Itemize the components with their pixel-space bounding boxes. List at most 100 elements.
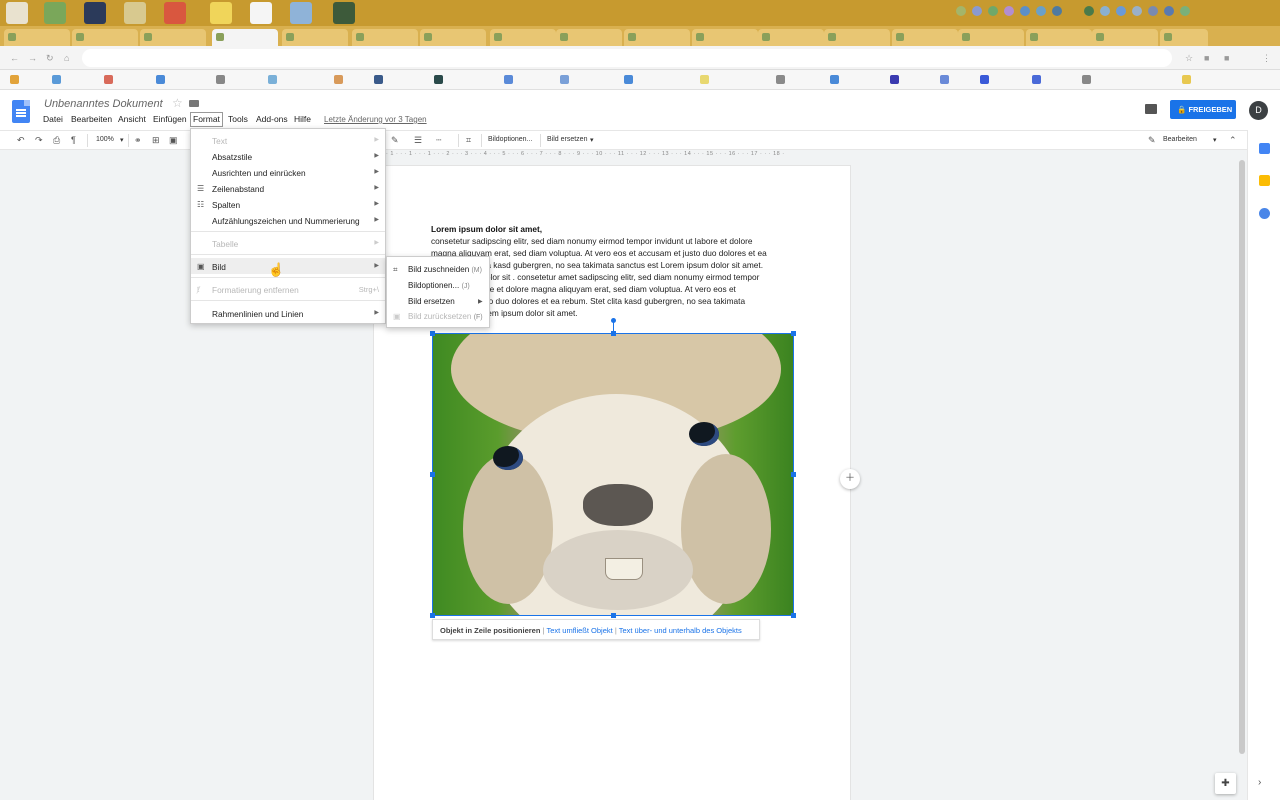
alpaca-image[interactable] [432,333,794,616]
browser-tab[interactable] [892,29,958,46]
app-icon[interactable] [333,2,355,24]
back-icon[interactable]: ← [10,53,20,63]
browser-tab[interactable] [624,29,690,46]
menu-addons[interactable]: Add-ons [253,112,291,127]
tray-icon[interactable] [1132,6,1142,16]
format-menu-zeilenabstand[interactable]: ☰ Zeilenabstand ▶ [191,180,385,196]
image-options-button[interactable]: Bildoptionen... [488,136,532,143]
insert-image-icon[interactable]: ▣ [169,135,178,146]
browser-tab[interactable] [758,29,824,46]
crop-icon[interactable]: ⌗ [466,135,471,146]
edit-mode-select[interactable]: Bearbeiten [1163,136,1197,143]
resize-handle-se[interactable] [791,613,796,618]
menu-ansicht[interactable]: Ansicht [115,112,149,127]
app-icon[interactable] [124,2,146,24]
resize-handle-e[interactable] [791,472,796,477]
menu-datei[interactable]: Datei [40,112,66,127]
vertical-scrollbar[interactable] [1239,160,1245,754]
body-line[interactable]: consetetur sadipscing elitr, sed diam no… [431,236,752,246]
browser-tab[interactable] [4,29,70,46]
forward-icon[interactable]: → [28,53,38,63]
browser-app-icon[interactable] [164,2,186,24]
tray-icon[interactable] [1148,6,1158,16]
folder-icon[interactable] [189,100,199,107]
line-weight-icon[interactable]: ☰ [414,135,422,146]
zoom-select[interactable]: 100% [96,136,114,143]
tray-icon[interactable] [1020,6,1030,16]
app-icon[interactable] [250,2,272,24]
share-button[interactable]: 🔒 FREIGEBEN [1170,100,1236,119]
redo-icon[interactable]: ↷ [35,135,43,146]
browser-tab[interactable] [1092,29,1158,46]
tasks-icon[interactable] [1259,208,1270,219]
resize-handle-ne[interactable] [791,331,796,336]
print-icon[interactable]: ⎙ [53,135,60,146]
tray-icon[interactable] [988,6,998,16]
bookmark-star-icon[interactable]: ☆ [1185,53,1195,63]
resize-handle-n[interactable] [611,331,616,336]
resize-handle-sw[interactable] [430,613,435,618]
tray-icon[interactable] [1180,6,1190,16]
browser-tab[interactable] [140,29,206,46]
line-dash-icon[interactable]: ┄ [436,135,441,146]
browser-tab[interactable] [352,29,418,46]
tray-icon[interactable] [1036,6,1046,16]
comments-icon[interactable] [1145,104,1157,114]
menu-format[interactable]: Format [190,112,223,127]
app-icon[interactable] [290,2,312,24]
format-menu-absatzstile[interactable]: Absatzstile ▶ [191,148,385,164]
browser-tab[interactable] [556,29,622,46]
link-icon[interactable]: ⚭ [134,135,142,146]
browser-menu-icon[interactable]: ⋮ [1262,53,1272,63]
format-menu-spalten[interactable]: ☷ Spalten ▶ [191,196,385,212]
layout-wrap-option[interactable]: Text umfließt Objekt [546,626,612,635]
extension-icon[interactable]: ■ [1224,53,1234,63]
collapse-menu-icon[interactable]: ⌃ [1229,135,1237,146]
resize-handle-w[interactable] [430,472,435,477]
avatar[interactable]: D [1249,101,1268,120]
submenu-bild-ersetzen[interactable]: Bild ersetzen ▶ [387,294,489,309]
tray-icon[interactable] [1100,6,1110,16]
submenu-bild-zuschneiden[interactable]: ⌗ Bild zuschneiden (M) [387,262,489,277]
browser-tab[interactable] [958,29,1024,46]
menu-bearbeiten[interactable]: Bearbeiten [68,112,115,127]
url-field[interactable] [82,49,1172,67]
app-icon[interactable] [44,2,66,24]
tray-icon[interactable] [1004,6,1014,16]
add-comment-icon[interactable]: ⊞ [152,135,160,146]
menu-tools[interactable]: Tools [225,112,251,127]
tray-icon[interactable] [972,6,982,16]
format-menu-bild[interactable]: ▣ Bild ▶ [191,258,385,274]
paint-format-icon[interactable]: ¶ [71,135,76,145]
browser-tab[interactable] [72,29,138,46]
document-title[interactable]: Unbenanntes Dokument [44,98,163,110]
pen-icon[interactable]: ✎ [391,135,399,146]
browser-tab[interactable] [692,29,758,46]
last-edit-link[interactable]: Letzte Änderung vor 3 Tagen [324,115,427,124]
extension-icon[interactable]: ■ [1204,53,1214,63]
tray-icon[interactable] [956,6,966,16]
browser-tab[interactable] [420,29,486,46]
replace-image-button[interactable]: Bild ersetzen [547,136,587,143]
resize-handle-nw[interactable] [430,331,435,336]
tray-icon[interactable] [1116,6,1126,16]
home-icon[interactable]: ⌂ [64,53,74,63]
chevron-right-icon[interactable]: › [1258,777,1261,788]
layout-inline-option[interactable]: Objekt in Zeile positionieren [440,626,540,635]
resize-handle-s[interactable] [611,613,616,618]
paragraph-heading[interactable]: Lorem ipsum dolor sit amet, [431,224,542,234]
keep-icon[interactable] [1259,175,1270,186]
submenu-bildoptionen[interactable]: Bildoptionen... (J) [387,278,489,293]
tray-icon[interactable] [1084,6,1094,16]
browser-tab[interactable] [282,29,348,46]
app-icon[interactable] [84,2,106,24]
ruler[interactable]: · 1 · · · 1 · · · 1 · · · 2 · · · 3 · · … [386,151,852,160]
undo-icon[interactable]: ↶ [17,135,25,146]
browser-tab[interactable] [1160,29,1208,46]
browser-tab[interactable] [824,29,890,46]
format-menu-aufzaehlung[interactable]: Aufzählungszeichen und Nummerierung ▶ [191,212,385,228]
rotate-handle[interactable] [611,318,616,323]
browser-tab-active[interactable] [212,29,278,46]
tray-icon[interactable] [1164,6,1174,16]
tray-icon[interactable] [1052,6,1062,16]
